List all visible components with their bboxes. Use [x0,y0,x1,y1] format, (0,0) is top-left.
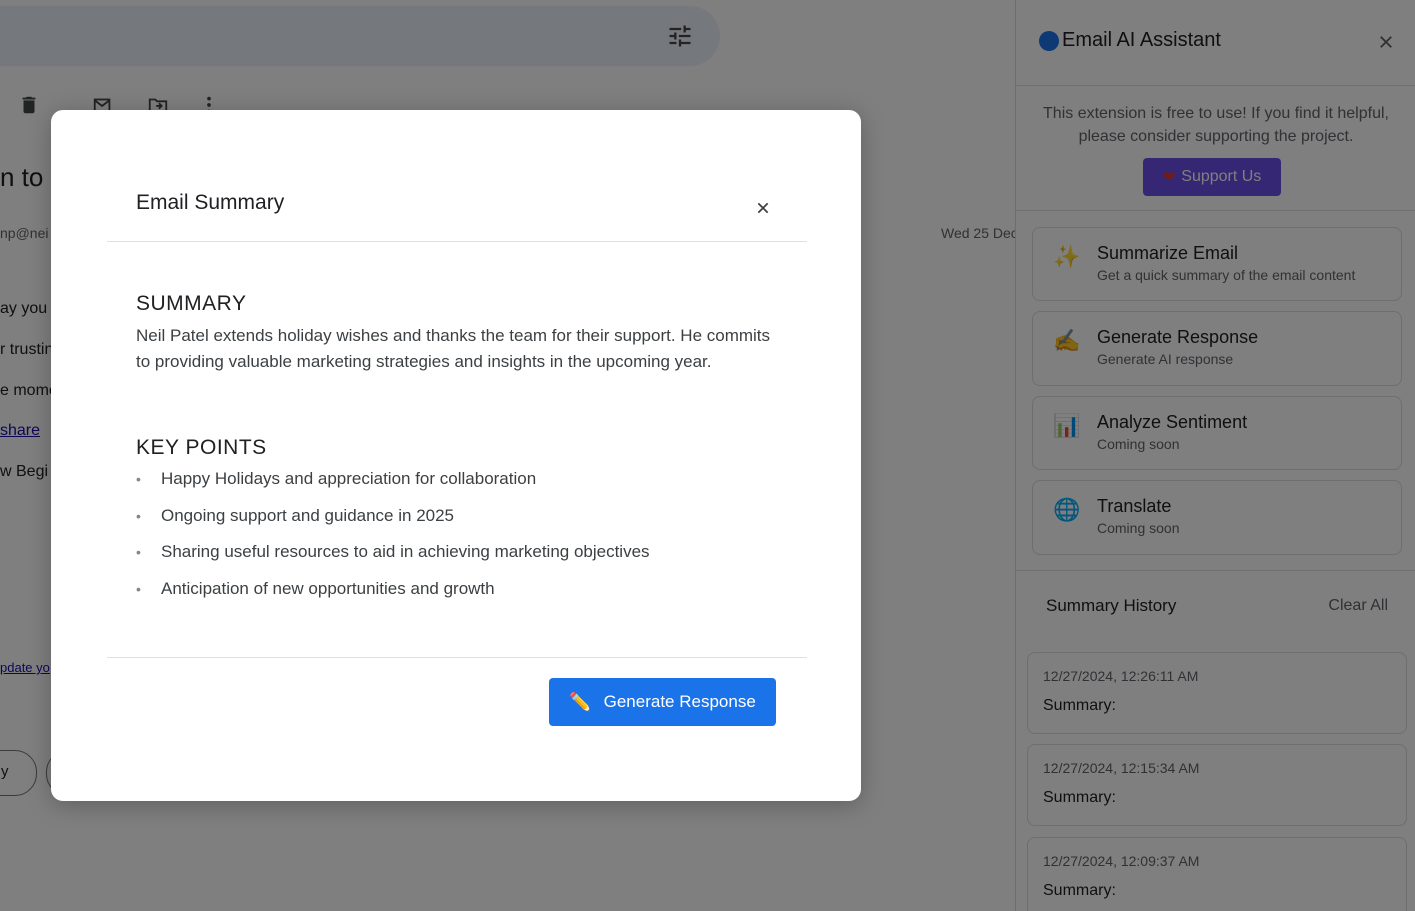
bullet: • [136,544,141,560]
key-point: • Happy Holidays and appreciation for col… [136,468,650,505]
close-icon[interactable] [755,200,771,216]
bullet: • [136,580,141,597]
key-points-list: • Happy Holidays and appreciation for col… [136,468,650,614]
key-point-text: Sharing useful resources to aid in achie… [161,542,650,561]
key-point-text: Ongoing support and guidance in 2025 [161,505,455,525]
key-point: • Sharing useful resources to aid in achi… [136,541,650,578]
generate-response-button[interactable]: ✏️ Generate Response [549,678,776,726]
pencil-icon: ✏️ [569,691,592,712]
generate-response-label: Generate Response [603,692,756,711]
key-point: • Ongoing support and guidance in 2025 [136,505,650,542]
key-points-heading: KEY POINTS [136,436,267,459]
summary-text: Neil Patel extends holiday wishes and th… [136,326,771,371]
email-summary-modal: Email Summary SUMMARY Neil Patel extends… [51,110,861,801]
summary-heading: SUMMARY [136,292,247,315]
key-point: • Anticipation of new opportunities and g… [136,578,650,615]
modal-footer-divider [107,657,807,658]
modal-title: Email Summary [136,191,285,214]
key-point-text: Anticipation of new opportunities and gr… [161,578,495,598]
modal-header-divider [107,241,807,242]
key-point-text: Happy Holidays and appreciation for coll… [161,469,537,488]
bullet: • [136,471,141,487]
bullet: • [136,507,141,524]
